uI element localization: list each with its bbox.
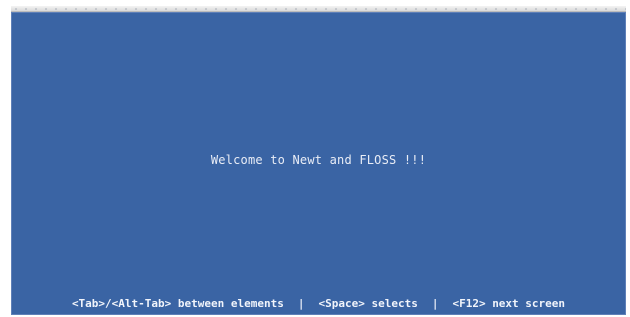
help-separator: | (297, 297, 305, 310)
help-item-space: <Space> selects (318, 297, 418, 310)
newt-root-window: Welcome to Newt and FLOSS !!! <Tab>/<Alt… (11, 12, 626, 315)
help-item-tab: <Tab>/<Alt-Tab> between elements (71, 297, 284, 310)
help-item-f12: <F12> next screen (452, 297, 566, 310)
help-separator: | (431, 297, 439, 310)
welcome-text: Welcome to Newt and FLOSS !!! (210, 153, 427, 167)
help-line: <Tab>/<Alt-Tab> between elements | <Spac… (11, 296, 626, 311)
